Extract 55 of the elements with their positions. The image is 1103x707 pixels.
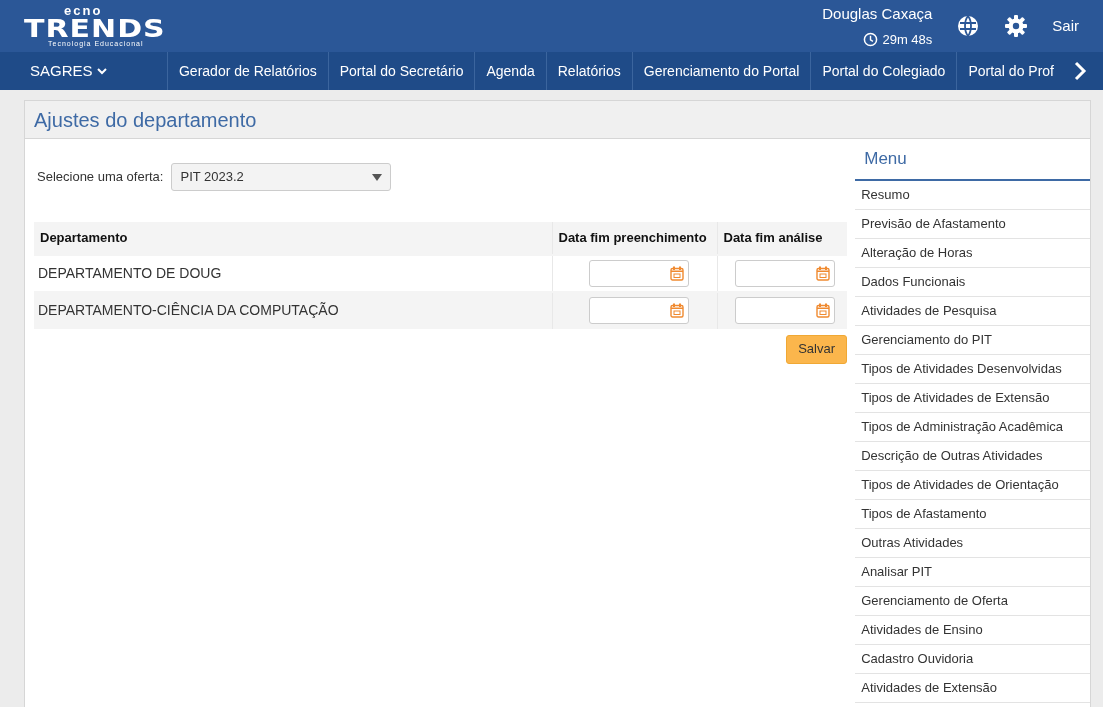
- calendar-icon[interactable]: [816, 303, 830, 318]
- date-field[interactable]: [588, 259, 689, 287]
- date-field[interactable]: [735, 297, 835, 324]
- menu-item[interactable]: Dados Funcionais: [855, 267, 1090, 297]
- calendar-icon[interactable]: [669, 303, 684, 318]
- column-header: Data fim análise: [717, 222, 847, 255]
- chevron-down-icon: [96, 67, 107, 75]
- calendar-icon[interactable]: [816, 265, 830, 281]
- dropdown-arrow-icon: [372, 173, 383, 181]
- menu-item[interactable]: Resumo: [855, 180, 1090, 210]
- date-field[interactable]: [735, 259, 835, 287]
- page-title: Ajustes do departamento: [34, 107, 257, 132]
- menu-item[interactable]: Outras Atividades: [855, 528, 1090, 558]
- offer-select[interactable]: PIT 2023.2: [171, 163, 392, 191]
- menu-item[interactable]: Gerenciamento do PIT: [855, 325, 1090, 355]
- menu-item[interactable]: Gerenciamento de Oferta: [855, 586, 1090, 616]
- menu-item[interactable]: Analisar PIT: [855, 557, 1090, 587]
- menu-item[interactable]: Atividades de Extensão: [855, 673, 1090, 703]
- column-header: Departamento: [34, 222, 552, 255]
- menu-title: Menu: [855, 139, 1090, 181]
- menu-item[interactable]: Tipos de Atividades Desenvolvidas: [855, 354, 1090, 384]
- menu-item[interactable]: Descrição de Outras Atividades: [855, 441, 1090, 471]
- offer-label: Selecione uma oferta:: [37, 168, 164, 187]
- menu-item[interactable]: Tipos de Administração Acadêmica: [855, 412, 1090, 442]
- nav-item[interactable]: Gerador de Relatórios: [166, 52, 328, 90]
- menu-item[interactable]: Tipos de Atividades de Extensão: [855, 383, 1090, 413]
- menu-item[interactable]: Atividades de Pesquisa: [855, 296, 1090, 326]
- nav-item[interactable]: Portal do Secretário: [327, 52, 475, 90]
- menu-item[interactable]: Previsão de Afastamento: [855, 209, 1090, 239]
- session-timer: 29m 48s: [882, 30, 933, 49]
- logout-link[interactable]: Sair: [1052, 14, 1079, 38]
- chevron-right-icon[interactable]: [1073, 61, 1087, 81]
- column-header: Data fim preenchimento: [552, 222, 717, 255]
- user-name: Douglas Caxaça: [822, 4, 933, 24]
- date-field[interactable]: [588, 297, 689, 324]
- save-button[interactable]: Salvar: [786, 334, 847, 364]
- nav-item[interactable]: Portal do Colegiado: [810, 52, 957, 90]
- calendar-icon[interactable]: [669, 265, 684, 281]
- logo-text: ecno: [64, 4, 103, 17]
- settings-icon[interactable]: [1004, 14, 1029, 38]
- menu-item[interactable]: Cadastro Ouvidoria: [855, 644, 1090, 674]
- menu-item[interactable]: Tipos de Afastamento: [855, 499, 1090, 529]
- nav-item[interactable]: Portal do Prof: [956, 52, 1065, 90]
- department-name: DEPARTAMENTO DE DOUG: [38, 264, 222, 281]
- nav-item[interactable]: Relatórios: [545, 52, 632, 90]
- nav-item[interactable]: Gerenciamento do Portal: [631, 52, 811, 90]
- nav-item[interactable]: Agenda: [474, 52, 546, 90]
- menu-item[interactable]: Alteração de Horas: [855, 238, 1090, 268]
- sagres-dropdown[interactable]: SAGRES: [0, 58, 150, 84]
- logo-text: TRENDS: [24, 15, 167, 41]
- menu-item[interactable]: Atividades de Ensino: [855, 615, 1090, 645]
- department-name: DEPARTAMENTO-CIÊNCIA DA COMPUTAÇÃO: [38, 302, 339, 318]
- globe-icon[interactable]: [956, 14, 981, 38]
- menu-item[interactable]: Tipos de Atividades de Orientação: [855, 470, 1090, 500]
- clock-icon: [863, 31, 879, 47]
